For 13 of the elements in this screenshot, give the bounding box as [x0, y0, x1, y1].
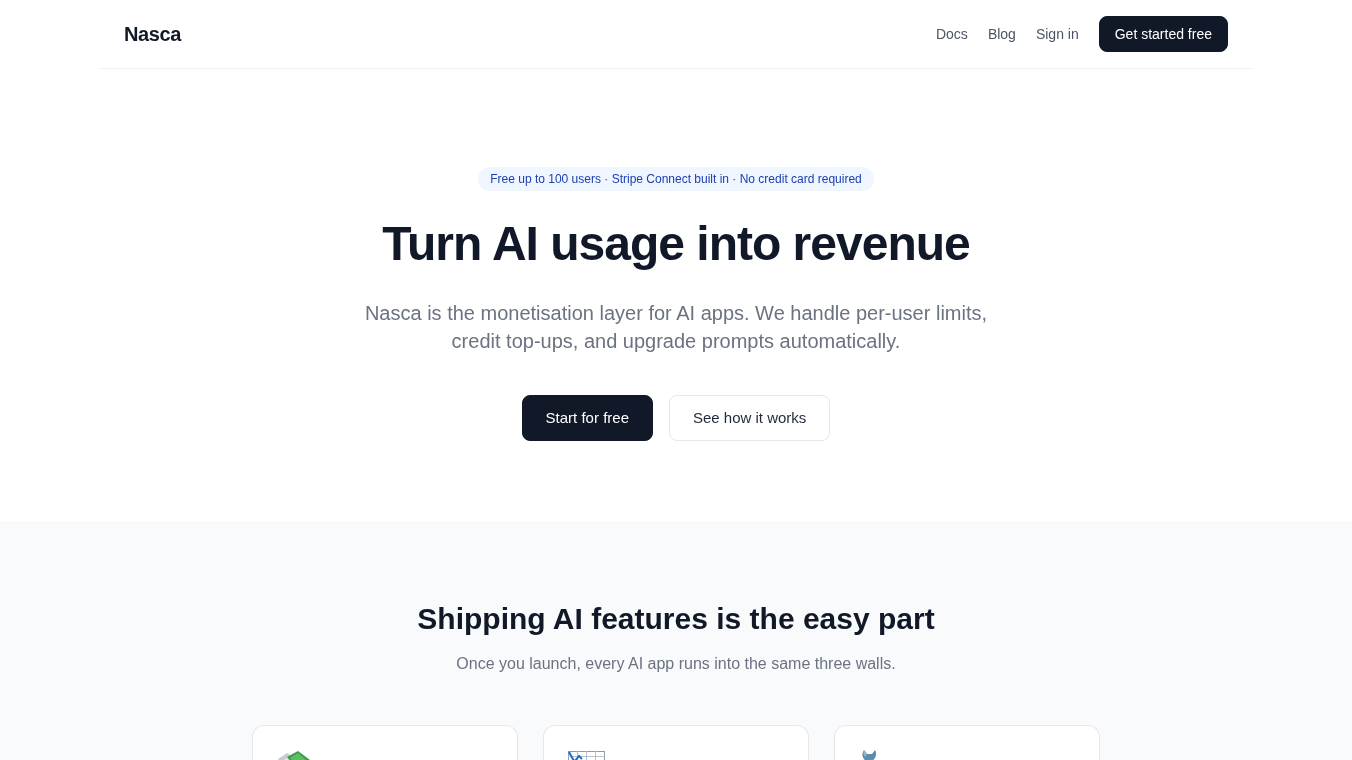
hero-description: Nasca is the monetisation layer for AI apps. We handle per-user limits, credit top-ups, and upgrade prompts automatically.	[363, 301, 989, 354]
section-subtitle: Once you launch, every AI app runs into the same three walls.	[455, 654, 897, 674]
nav-link[interactable]: Docs	[935, 24, 968, 44]
get-started-button[interactable]: Get started free	[1098, 16, 1228, 52]
section-heading: Shipping AI features is the easy part	[416, 601, 936, 637]
hero-heading: Turn AI usage into revenue	[381, 216, 971, 272]
wrench-icon	[862, 749, 878, 760]
brand-logo-text[interactable]: Nasca	[124, 19, 181, 49]
start-free-button[interactable]: Start for free	[521, 395, 653, 441]
how-it-works-button[interactable]: See how it works	[669, 395, 831, 441]
hero-badge: Free up to 100 users · Stripe Connect built in · No credit card required	[478, 167, 874, 191]
nav-link[interactable]: Sign in	[1035, 24, 1079, 44]
nav-link[interactable]: Blog	[987, 24, 1016, 44]
